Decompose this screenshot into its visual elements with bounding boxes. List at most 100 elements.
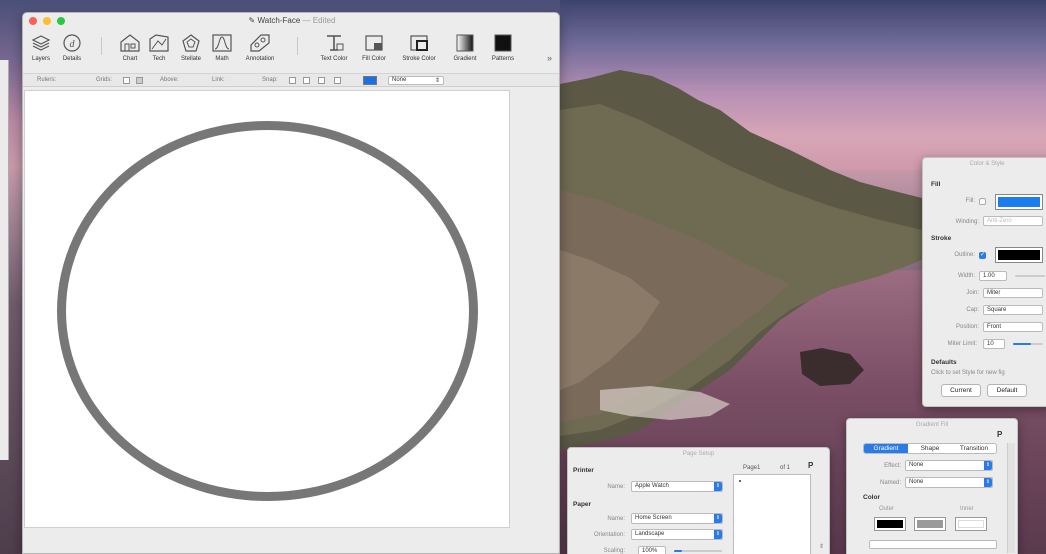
join-select[interactable]: Miter bbox=[983, 288, 1043, 298]
paper-name-select[interactable]: Home Screen ⇕ bbox=[631, 513, 723, 524]
tab-shape[interactable]: Shape bbox=[908, 444, 952, 453]
defaults-hint: Click to set Style for new fig bbox=[931, 370, 1005, 376]
fill-color-icon bbox=[365, 35, 383, 51]
outer-color-well[interactable] bbox=[874, 517, 906, 531]
above-label: Above: bbox=[160, 77, 179, 83]
fill-label: Fill: bbox=[965, 198, 975, 204]
orientation-select[interactable]: Landscape ⇕ bbox=[631, 529, 723, 540]
popup-arrow-icon: ⇕ bbox=[984, 478, 992, 487]
tab-transition[interactable]: Transition bbox=[952, 444, 996, 453]
outer-color-swatch bbox=[877, 520, 903, 528]
toolbar-stroke-color-button[interactable]: Stroke Color bbox=[399, 33, 439, 62]
page-count: of 1 bbox=[780, 465, 791, 471]
patterns-icon bbox=[494, 34, 512, 52]
toolbar-patterns-button[interactable]: Patterns bbox=[483, 33, 523, 62]
toolbar-gradient-button[interactable]: Gradient bbox=[445, 33, 485, 62]
gradient-tabs: Gradient Shape Transition bbox=[863, 443, 997, 454]
toolbar-label: Fill Color bbox=[362, 56, 386, 62]
outline-color-swatch bbox=[998, 250, 1040, 260]
miter-limit-slider[interactable] bbox=[1013, 343, 1043, 345]
circle-shape[interactable] bbox=[57, 121, 478, 501]
paper-name-value: Home Screen bbox=[635, 515, 672, 521]
tab-gradient[interactable]: Gradient bbox=[864, 444, 908, 453]
snap-label: Snap: bbox=[262, 77, 278, 83]
details-icon: d bbox=[63, 34, 81, 52]
inner-color-swatch bbox=[958, 520, 984, 528]
drawing-canvas[interactable] bbox=[24, 90, 510, 528]
width-field[interactable]: 1.00 bbox=[979, 271, 1007, 281]
grid-toggle-1[interactable] bbox=[123, 77, 130, 84]
stepper-arrows-icon[interactable]: ⇕ bbox=[819, 543, 824, 550]
panel-scrollbar[interactable] bbox=[1007, 443, 1015, 553]
effect-value: None bbox=[909, 462, 924, 468]
grid-toggle-2[interactable] bbox=[136, 77, 143, 84]
gradient-preset-field[interactable] bbox=[869, 540, 997, 549]
page-setup-panel: Page Setup Page1 of 1 P Printer Name: Ap… bbox=[567, 447, 830, 554]
popup-arrow-icon: ⇕ bbox=[714, 530, 722, 539]
default-button[interactable]: Default bbox=[987, 384, 1027, 397]
popup-arrow-icon: ⇕ bbox=[714, 514, 722, 523]
toolbar-math-button[interactable]: Math bbox=[202, 33, 242, 62]
page-label: Page1 bbox=[743, 465, 761, 471]
snap-grid-button[interactable] bbox=[289, 77, 296, 84]
page-marker: P bbox=[808, 461, 814, 470]
text-color-icon bbox=[327, 35, 344, 51]
printer-name-label: Name: bbox=[607, 484, 625, 490]
outline-checkbox[interactable]: ✓ bbox=[979, 252, 986, 259]
inner-color-well[interactable] bbox=[955, 517, 987, 531]
toolbar-details-button[interactable]: d Details bbox=[52, 33, 92, 62]
style-color-swatch[interactable] bbox=[363, 76, 377, 85]
annotation-icon bbox=[250, 34, 270, 52]
middle-color-well[interactable] bbox=[914, 517, 946, 531]
paper-heading: Paper bbox=[573, 501, 592, 508]
style-select-value: None bbox=[392, 77, 407, 83]
named-select[interactable]: None ⇕ bbox=[905, 477, 993, 488]
snap-frame-button[interactable] bbox=[334, 77, 341, 84]
toolbar-label: Annotation bbox=[245, 56, 275, 62]
scaling-field[interactable]: 100% bbox=[638, 546, 666, 554]
printer-name-select[interactable]: Apple Watch ⇕ bbox=[631, 481, 723, 492]
panel-title: Page Setup bbox=[682, 451, 715, 457]
toolbar-text-color-button[interactable]: Text Color bbox=[314, 33, 354, 62]
toolbar-label: Tech bbox=[152, 56, 166, 62]
outline-color-well[interactable] bbox=[995, 247, 1043, 263]
cap-select[interactable]: Square bbox=[983, 305, 1043, 315]
fill-color-swatch bbox=[998, 197, 1040, 207]
chart-icon bbox=[120, 34, 140, 52]
effect-select[interactable]: None ⇕ bbox=[905, 460, 993, 471]
fill-color-well[interactable] bbox=[995, 194, 1043, 210]
toolbar-fill-color-button[interactable]: Fill Color bbox=[354, 33, 394, 62]
toolbar-label: Chart bbox=[122, 56, 138, 62]
stellate-icon bbox=[182, 34, 200, 52]
named-label: Named: bbox=[879, 480, 901, 486]
current-button[interactable]: Current bbox=[941, 384, 981, 397]
toolbar-overflow-chevron-icon[interactable]: » bbox=[547, 53, 552, 63]
panel-title: Color & Style bbox=[969, 161, 1005, 167]
toolbar-annotation-button[interactable]: Annotation bbox=[240, 33, 280, 62]
fill-checkbox[interactable] bbox=[979, 198, 986, 205]
width-label: Width: bbox=[957, 273, 975, 279]
titlebar[interactable]: ✎ Watch-Face — Edited bbox=[23, 13, 559, 30]
position-select[interactable]: Front bbox=[983, 322, 1043, 332]
scaling-slider[interactable] bbox=[674, 550, 722, 552]
miter-limit-field[interactable]: 10 bbox=[983, 339, 1005, 349]
popup-arrow-icon: ⇕ bbox=[714, 482, 722, 491]
document-window: ✎ Watch-Face — Edited Layers d Details C… bbox=[22, 12, 560, 554]
defaults-heading: Defaults bbox=[931, 359, 957, 366]
winding-select[interactable]: Anti-Zero bbox=[983, 216, 1043, 226]
popup-arrow-icon: ⇕ bbox=[984, 461, 992, 470]
gradient-fill-panel: Gradient Fill P Gradient Shape Transitio… bbox=[846, 418, 1018, 554]
background-window-edge bbox=[0, 60, 9, 460]
fill-heading: Fill bbox=[931, 181, 941, 188]
snap-points-button[interactable] bbox=[303, 77, 310, 84]
scaling-label: Scaling: bbox=[603, 548, 625, 554]
miter-limit-label: Miter Limit: bbox=[947, 341, 977, 347]
window-title-text: Watch-Face bbox=[257, 16, 301, 25]
svg-text:d: d bbox=[70, 39, 76, 50]
snap-link-button[interactable] bbox=[318, 77, 325, 84]
toolbar-separator bbox=[297, 37, 298, 55]
outer-label: Outer bbox=[879, 506, 895, 512]
style-select[interactable]: None ⇕ bbox=[388, 76, 444, 85]
width-slider[interactable] bbox=[1015, 275, 1045, 277]
gradient-icon bbox=[456, 34, 474, 52]
